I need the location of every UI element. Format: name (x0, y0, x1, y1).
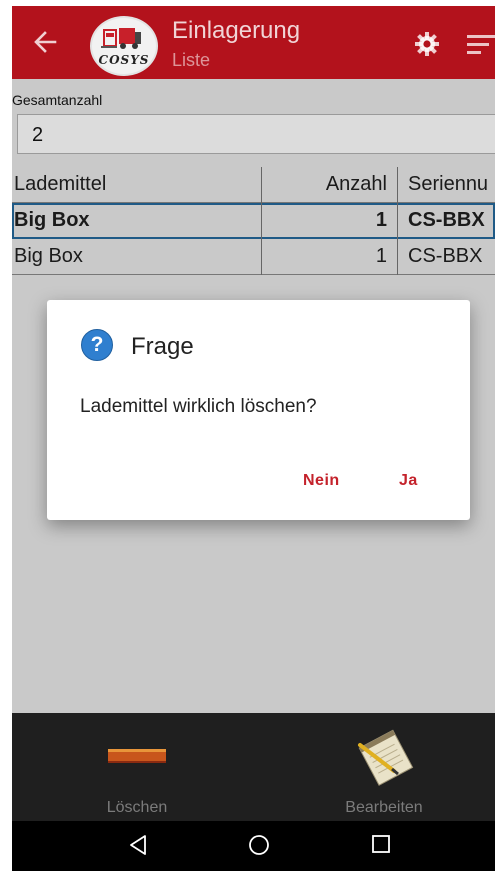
dialog-title: Frage (131, 333, 194, 360)
delete-bar-icon (108, 749, 166, 763)
column-header-lademittel[interactable]: Lademittel (12, 167, 262, 203)
cosys-logo: COSYS (90, 16, 158, 76)
page-subtitle: Liste (172, 50, 211, 70)
delete-button[interactable]: Löschen (57, 713, 217, 821)
table-row[interactable]: Big Box 1 CS-BBX (12, 239, 495, 275)
edit-button[interactable]: Bearbeiten (304, 713, 464, 821)
total-label: Gesamtanzahl (12, 92, 103, 108)
dialog-message: Lademittel wirklich löschen? (80, 396, 317, 417)
system-nav-bar (12, 821, 495, 871)
arrow-left-icon[interactable] (30, 24, 60, 60)
question-icon: ? (81, 329, 113, 361)
nav-home-icon[interactable] (248, 834, 270, 856)
cell-anzahl: 1 (262, 239, 398, 275)
cell-lademittel: Big Box (12, 203, 262, 239)
sort-icon[interactable] (467, 34, 495, 56)
app-bar: COSYS Einlagerung Liste (12, 6, 495, 79)
bottom-action-bar: Löschen Bearbeiten (12, 713, 495, 821)
nav-back-icon[interactable] (128, 834, 148, 856)
no-button[interactable]: Nein (303, 472, 340, 490)
notepad-pencil-icon (358, 729, 414, 786)
cell-lademittel: Big Box (12, 239, 262, 275)
app-screen: COSYS Einlagerung Liste Gesamtanzahl 2 L… (12, 6, 495, 871)
table-row[interactable]: Big Box 1 CS-BBX (12, 203, 495, 239)
delete-label: Löschen (106, 799, 168, 816)
nav-recents-icon[interactable] (371, 834, 391, 854)
confirm-dialog: ? Frage Lademittel wirklich löschen? Nei… (47, 300, 470, 520)
yes-button[interactable]: Ja (399, 472, 418, 490)
table-header-row: Lademittel Anzahl Seriennu (12, 167, 495, 203)
gear-icon[interactable] (414, 31, 440, 57)
cell-anzahl: 1 (262, 203, 398, 239)
total-value: 2 (32, 124, 44, 146)
page-title: Einlagerung (172, 17, 301, 44)
column-header-seriennummer[interactable]: Seriennu (398, 167, 495, 203)
column-header-anzahl[interactable]: Anzahl (262, 167, 398, 203)
cell-seriennummer: CS-BBX (408, 245, 483, 267)
edit-label: Bearbeiten (345, 799, 423, 816)
total-field[interactable]: 2 (17, 114, 495, 154)
cell-seriennummer: CS-BBX (408, 209, 485, 231)
logo-text: COSYS (98, 53, 150, 67)
